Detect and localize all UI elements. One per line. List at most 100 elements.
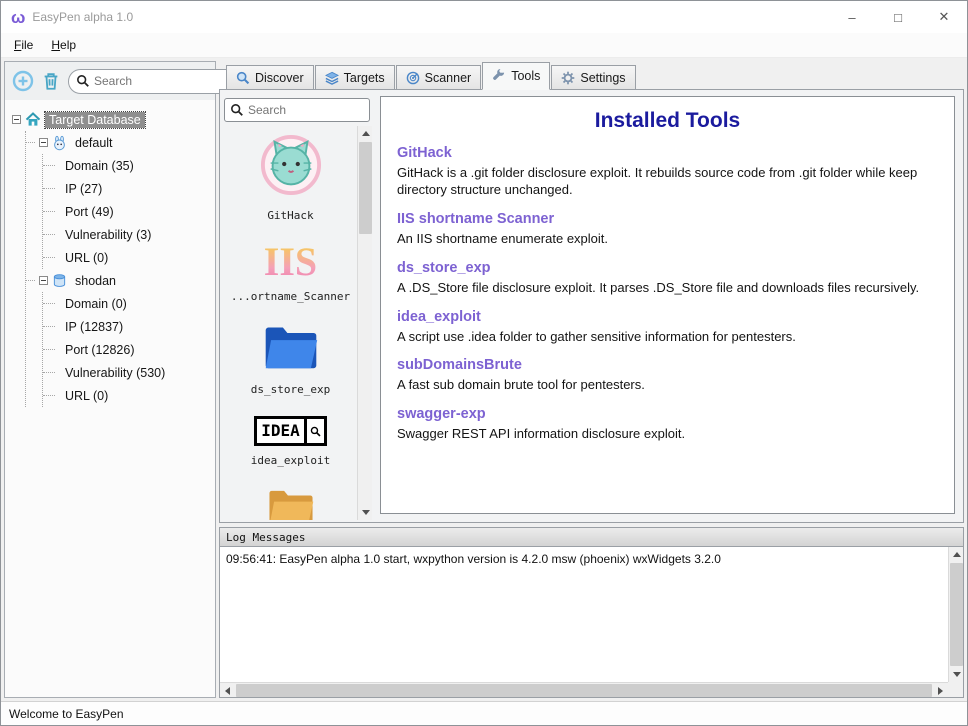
scroll-thumb[interactable] <box>359 142 372 234</box>
tool-entry-name[interactable]: ds_store_exp <box>397 260 938 276</box>
tool-entry-name[interactable]: subDomainsBrute <box>397 357 938 373</box>
scroll-thumb[interactable] <box>950 563 963 666</box>
scroll-right-icon[interactable] <box>933 683 948 698</box>
tree-row-shodan[interactable]: shodan <box>26 269 211 292</box>
target-tree: Target Database default Domain (35) IP (… <box>5 100 215 697</box>
tree-leaf-label[interactable]: Domain (0) <box>61 296 131 312</box>
app-logo-icon: ω <box>11 7 26 27</box>
tab-label: Discover <box>255 70 304 85</box>
tools-search-box <box>224 98 370 122</box>
tree-leaf-label[interactable]: URL (0) <box>61 388 112 404</box>
tree-item-domain[interactable]: Domain (0) <box>43 292 211 315</box>
tree-leaf-label[interactable]: Port (12826) <box>61 342 138 358</box>
menu-bar: File Help <box>1 33 967 58</box>
tool-entry-ds-store-exp: ds_store_exp A .DS_Store file disclosure… <box>397 260 938 297</box>
layers-icon <box>324 71 339 85</box>
tab-label: Tools <box>511 69 541 83</box>
delete-target-button[interactable] <box>41 71 61 91</box>
idea-icon: IDEA <box>254 416 327 446</box>
tab-scanner[interactable]: Scanner <box>395 65 482 89</box>
minimize-button[interactable]: – <box>829 1 875 33</box>
log-body[interactable]: 09:56:41: EasyPen alpha 1.0 start, wxpyt… <box>219 546 964 698</box>
tree-item-url[interactable]: URL (0) <box>43 246 211 269</box>
tool-item-githack[interactable]: GitHack <box>224 134 357 222</box>
maximize-button[interactable]: □ <box>875 1 921 33</box>
tool-entry-description: Swagger REST API information disclosure … <box>397 426 686 442</box>
tree-leaf-label[interactable]: Vulnerability (3) <box>61 227 155 243</box>
shodan-database-icon <box>52 273 67 288</box>
tools-search-input[interactable] <box>248 103 364 117</box>
tool-label: idea_exploit <box>250 454 331 467</box>
tree-item-shodan[interactable]: shodan <box>71 273 120 289</box>
tree-item-vulnerability[interactable]: Vulnerability (3) <box>43 223 211 246</box>
tree-item-target-database[interactable]: Target Database <box>44 110 146 129</box>
tool-item-ds-store-exp[interactable]: ds_store_exp <box>224 323 357 396</box>
menu-file[interactable]: File <box>5 34 42 56</box>
tab-tools[interactable]: Tools <box>482 62 551 90</box>
tool-label: ds_store_exp <box>250 383 331 396</box>
tree-row-default[interactable]: default <box>26 131 211 154</box>
tree-item-port[interactable]: Port (49) <box>43 200 211 223</box>
scroll-up-icon[interactable] <box>358 126 373 141</box>
log-horizontal-scrollbar[interactable] <box>220 682 948 697</box>
tree-leaf-label[interactable]: Port (49) <box>61 204 118 220</box>
main-area: ✕ Target Database <box>1 58 967 698</box>
tool-entry-swagger-exp: swagger-exp Swagger REST API information… <box>397 406 938 443</box>
idea-icon-text: IDEA <box>261 421 300 440</box>
add-target-button[interactable] <box>12 70 34 92</box>
log-line: 09:56:41: EasyPen alpha 1.0 start, wxpyt… <box>226 552 721 566</box>
tool-entry-name[interactable]: IIS shortname Scanner <box>397 211 938 227</box>
tab-targets[interactable]: Targets <box>314 65 395 89</box>
partial-folder-icon <box>268 490 313 520</box>
tree-leaf-label[interactable]: URL (0) <box>61 250 112 266</box>
tool-item-idea-exploit[interactable]: IDEA idea_exploit <box>224 416 357 467</box>
tool-item-iis-shortname-scanner[interactable]: IIS ...ortname_Scanner <box>224 239 357 304</box>
notebook-tabbar: Discover Targets Scanner Tools Settings <box>219 61 964 90</box>
tool-entry-idea-exploit: idea_exploit A script use .idea folder t… <box>397 309 938 346</box>
tab-discover[interactable]: Discover <box>226 65 314 89</box>
tree-leaf-label[interactable]: Domain (35) <box>61 158 138 174</box>
window-title: EasyPen alpha 1.0 <box>32 10 134 24</box>
menu-help[interactable]: Help <box>42 34 85 56</box>
tree-row-root[interactable]: Target Database <box>12 108 211 131</box>
trash-icon <box>44 73 58 90</box>
tool-list-scrollbar[interactable] <box>357 126 372 520</box>
tree-item-port[interactable]: Port (12826) <box>43 338 211 361</box>
tab-label: Targets <box>343 70 385 85</box>
tree-leaf-label[interactable]: IP (27) <box>61 181 106 197</box>
tool-entry-name[interactable]: idea_exploit <box>397 309 938 325</box>
tool-entry-name[interactable]: GitHack <box>397 145 938 161</box>
search-icon <box>77 75 89 87</box>
sidebar: ✕ Target Database <box>4 61 273 698</box>
tree-item-url[interactable]: URL (0) <box>43 384 211 407</box>
tree-item-vulnerability[interactable]: Vulnerability (530) <box>43 361 211 384</box>
collapse-icon[interactable] <box>39 276 48 285</box>
collapse-icon[interactable] <box>12 115 21 124</box>
magnifier-icon <box>303 419 324 443</box>
tool-entry-description: A fast sub domain brute tool for pentest… <box>397 377 645 393</box>
tree-item-ip[interactable]: IP (27) <box>43 177 211 200</box>
tree-branch: default Domain (35) IP (27) Port (49) Vu… <box>25 131 211 407</box>
tool-item-partial[interactable] <box>224 487 357 520</box>
title-bar: ω EasyPen alpha 1.0 – □ ✕ <box>1 1 967 33</box>
tool-entry-subdomainsbrute: subDomainsBrute A fast sub domain brute … <box>397 357 938 394</box>
scroll-down-icon[interactable] <box>949 667 964 682</box>
scroll-thumb[interactable] <box>236 684 932 697</box>
tree-item-default[interactable]: default <box>71 135 117 151</box>
tree-leaf-label[interactable]: IP (12837) <box>61 319 127 335</box>
tool-entry-name[interactable]: swagger-exp <box>397 406 938 422</box>
collapse-icon[interactable] <box>39 138 48 147</box>
tool-label: GitHack <box>267 209 314 222</box>
close-button[interactable]: ✕ <box>921 1 967 33</box>
scroll-left-icon[interactable] <box>220 683 235 698</box>
scroll-up-icon[interactable] <box>949 547 964 562</box>
tree-leaf-label[interactable]: Vulnerability (530) <box>61 365 169 381</box>
scroll-down-icon[interactable] <box>358 505 373 520</box>
tree-item-domain[interactable]: Domain (35) <box>43 154 211 177</box>
iis-icon: IIS <box>263 239 318 284</box>
cat-icon <box>260 134 321 196</box>
rabbit-icon <box>52 135 67 151</box>
tree-item-ip[interactable]: IP (12837) <box>43 315 211 338</box>
log-vertical-scrollbar[interactable] <box>948 547 963 682</box>
tab-settings[interactable]: Settings <box>551 65 636 89</box>
